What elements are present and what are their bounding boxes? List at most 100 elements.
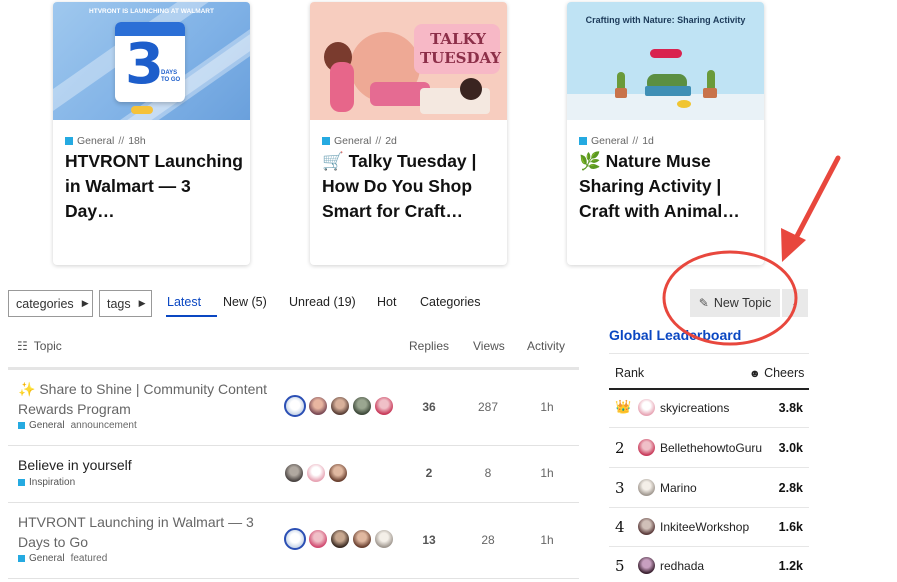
caret-right-icon: ▶: [138, 298, 146, 308]
avatar[interactable]: [638, 518, 655, 535]
leaderboard-title[interactable]: Global Leaderboard: [609, 327, 741, 343]
leaderboard-user[interactable]: InkiteeWorkshop: [660, 520, 749, 534]
pencil-icon: ✎: [698, 296, 709, 310]
avatar[interactable]: [284, 528, 306, 550]
avatar[interactable]: [330, 529, 350, 549]
featured-thumbnail-1: HTVRONT IS LAUNCHING AT WALMART 3 DAYS T…: [53, 2, 250, 120]
leaderboard-user[interactable]: BellethehowtoGuru: [660, 441, 762, 455]
card-age: 1d: [642, 135, 654, 147]
nav-new[interactable]: New (5): [223, 295, 267, 309]
tags-dropdown[interactable]: tags ▶: [99, 290, 152, 317]
topic-views: 28: [481, 533, 495, 547]
nav-unread[interactable]: Unread (19): [289, 295, 356, 309]
bulk-select-icon[interactable]: ☷: [17, 339, 28, 353]
card-category[interactable]: General: [77, 135, 114, 147]
avatar[interactable]: [352, 529, 372, 549]
row-divider: [609, 546, 809, 547]
row-divider: [8, 445, 579, 446]
topic-posters: [284, 528, 396, 550]
topic-title[interactable]: Believe in yourself: [18, 456, 273, 476]
card-category[interactable]: General: [591, 135, 628, 147]
leaderboard-score: 1.6k: [778, 520, 803, 534]
card-title[interactable]: 🌿 Nature Muse Sharing Activity | Craft w…: [579, 149, 757, 224]
card-age: 2d: [385, 135, 397, 147]
topic-title[interactable]: HTVRONT Launching in Walmart — 3 Days to…: [18, 513, 273, 552]
avatar[interactable]: [284, 463, 304, 483]
topic-title[interactable]: ✨ Share to Shine | Community Content Rew…: [18, 380, 273, 419]
topic-activity[interactable]: 1h: [527, 466, 567, 480]
avatar[interactable]: [308, 529, 328, 549]
leaderboard-user[interactable]: redhada: [660, 559, 704, 573]
countdown-label: DAYS TO GO: [161, 70, 181, 83]
topic-categories: General featured: [18, 553, 107, 564]
topic-activity[interactable]: 1h: [527, 533, 567, 547]
card-category[interactable]: General: [334, 135, 371, 147]
topic-category[interactable]: Inspiration: [29, 477, 75, 488]
calendar-graphic: 3 DAYS TO GO: [115, 22, 185, 102]
avatar[interactable]: [306, 463, 326, 483]
annotation-arrow-head: [781, 228, 806, 262]
avatar[interactable]: [638, 479, 655, 496]
avatar[interactable]: [374, 396, 394, 416]
topic-category[interactable]: General: [29, 420, 65, 431]
talky-tuesday-sign: TALKY TUESDAY: [414, 24, 501, 74]
avatar[interactable]: [374, 529, 394, 549]
topic-activity[interactable]: 1h: [527, 400, 567, 414]
category-color-square: [18, 555, 25, 562]
new-topic-options-button[interactable]: ⌄: [782, 289, 808, 317]
categories-dropdown[interactable]: categories ▶: [8, 290, 93, 317]
row-divider: [609, 467, 809, 468]
nav-latest[interactable]: Latest: [167, 295, 201, 309]
row-divider: [8, 578, 579, 579]
crown-icon: 👑: [615, 400, 632, 415]
annotation-arrow-shaft: [793, 155, 841, 241]
countdown-number: 3: [125, 32, 164, 97]
avatar[interactable]: [330, 396, 350, 416]
featured-card-2[interactable]: TALKY TUESDAY General // 2d 🛒 Talky Tues…: [310, 2, 507, 265]
leaderboard-user[interactable]: Marino: [660, 481, 697, 495]
card-meta: General // 1d: [579, 135, 654, 147]
leaderboard-divider: [609, 353, 809, 354]
topic-replies[interactable]: 36: [409, 400, 449, 414]
leaderboard-score: 3.8k: [778, 401, 803, 415]
leaderboard-score: 1.2k: [778, 559, 803, 573]
thumbnail-join-button: [650, 49, 682, 58]
replies-column-header[interactable]: Replies: [409, 339, 449, 353]
new-topic-button[interactable]: ✎ New Topic: [690, 289, 780, 317]
topic-posters: [284, 463, 350, 483]
topic-column-header[interactable]: ☷ Topic: [17, 339, 62, 353]
topic-views: 8: [484, 466, 492, 480]
avatar[interactable]: [638, 557, 655, 574]
topic-replies[interactable]: 2: [409, 466, 449, 480]
leaderboard-user[interactable]: skyicreations: [660, 401, 729, 415]
leaderboard-header-divider: [609, 388, 809, 390]
featured-thumbnail-2: TALKY TUESDAY: [310, 2, 507, 120]
topic-categories: Inspiration: [18, 477, 75, 488]
topic-tag[interactable]: featured: [71, 553, 108, 564]
nav-categories[interactable]: Categories: [420, 295, 480, 309]
leaderboard-score: 3.0k: [778, 441, 803, 455]
caret-right-icon: ▶: [81, 298, 89, 308]
leaderboard-score: 2.8k: [778, 481, 803, 495]
activity-column-header[interactable]: Activity: [527, 339, 565, 353]
topic-tag[interactable]: announcement: [71, 420, 137, 431]
avatar[interactable]: [638, 439, 655, 456]
chevron-down-icon: ⌄: [791, 297, 799, 308]
topic-replies[interactable]: 13: [409, 533, 449, 547]
avatar[interactable]: [352, 396, 372, 416]
avatar[interactable]: [284, 395, 306, 417]
featured-card-3[interactable]: Crafting with Nature: Sharing Activity G…: [567, 2, 764, 265]
featured-card-1[interactable]: HTVRONT IS LAUNCHING AT WALMART 3 DAYS T…: [53, 2, 250, 265]
nav-hot[interactable]: Hot: [377, 295, 396, 309]
avatar[interactable]: [328, 463, 348, 483]
category-color-square: [18, 422, 25, 429]
row-divider: [609, 427, 809, 428]
views-column-header[interactable]: Views: [473, 339, 505, 353]
topic-category[interactable]: General: [29, 553, 65, 564]
leaderboard-rank: 4: [615, 518, 625, 536]
card-title[interactable]: 🛒 Talky Tuesday | How Do You Shop Smart …: [322, 149, 500, 224]
avatar[interactable]: [638, 399, 655, 416]
card-title[interactable]: HTVRONT Launching in Walmart — 3 Day…: [65, 149, 243, 224]
featured-thumbnail-3: Crafting with Nature: Sharing Activity: [567, 2, 764, 120]
avatar[interactable]: [308, 396, 328, 416]
